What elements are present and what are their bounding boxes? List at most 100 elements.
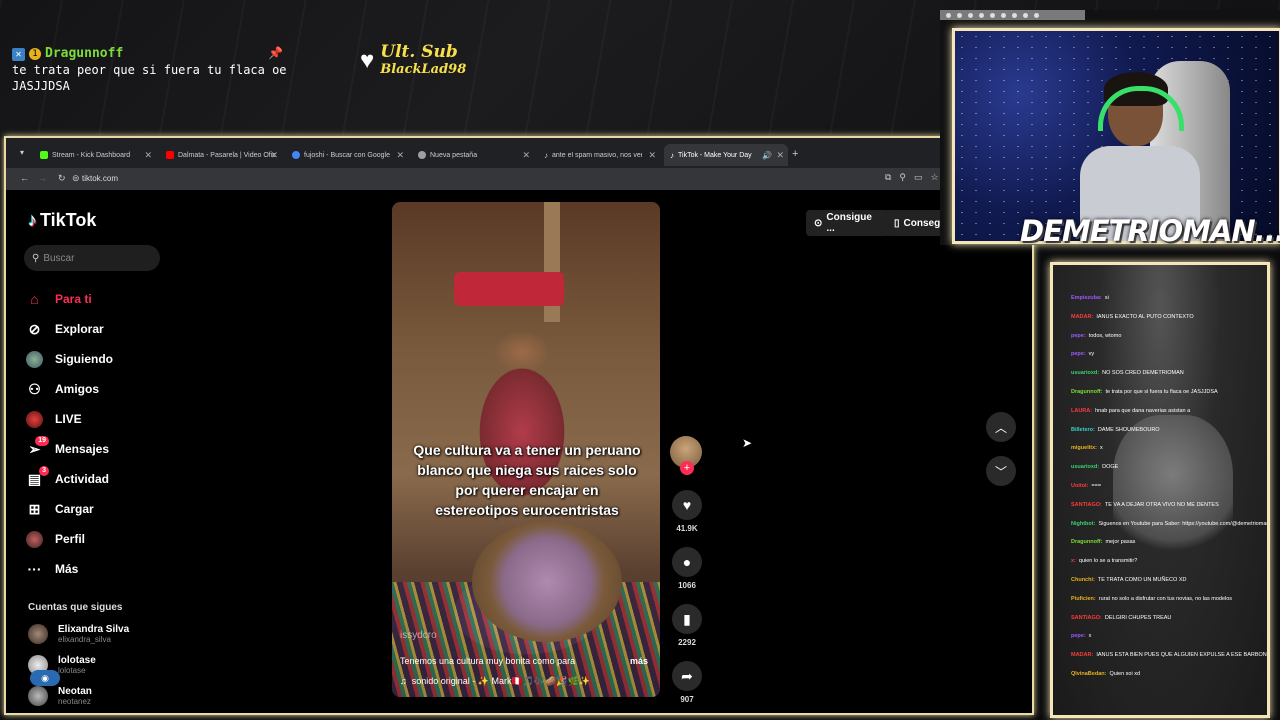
cast-icon[interactable]: ▭ <box>914 172 923 183</box>
tab-kick[interactable]: Stream - Kick Dashboard ✕ <box>34 144 156 166</box>
chat-username[interactable]: Billetero: <box>1071 427 1095 433</box>
google-icon <box>292 151 300 159</box>
video-player[interactable]: Que cultura va a tener un peruano blanco… <box>392 202 660 697</box>
chat-username[interactable]: Dragunnoff: <box>1071 539 1102 545</box>
chat-message: MADAR: IANUS ESTA BIEN PUES QUE ALGUIEN E… <box>1071 652 1267 659</box>
next-video-button[interactable]: ﹀ <box>986 456 1016 486</box>
video-scene-hat <box>454 272 564 306</box>
chat-text: TE VA A DEJAR OTRA VIVO NO ME DENTES <box>1104 501 1219 508</box>
tab-search-icon[interactable]: ▾ <box>20 148 24 157</box>
sidebar-item-siguiendo[interactable]: Siguiendo <box>26 344 206 374</box>
tab-strip: ▾ Stream - Kick Dashboard ✕ Dalmata - Pa… <box>6 138 1032 168</box>
video-author[interactable]: issydcro <box>400 630 437 641</box>
site-info-icon[interactable]: ⊜ <box>72 173 80 184</box>
avatar <box>28 686 48 706</box>
verified-icon: ✕ <box>12 47 25 61</box>
chat-message: usuarioxd: NO SOS CREO DEMETRIOMAN <box>1071 370 1184 377</box>
chat-username[interactable]: pepe: <box>1071 633 1086 639</box>
heart-icon[interactable]: ♥ <box>672 490 702 520</box>
sidebar-item-amigos[interactable]: ⚇ Amigos <box>26 374 206 404</box>
chat-username[interactable]: SANTIAGO: <box>1071 615 1102 621</box>
save-action[interactable]: ▮ 2292 <box>670 604 704 647</box>
account-item[interactable]: Neotan neotanez <box>28 686 92 706</box>
chat-username[interactable]: MADAR: <box>1071 314 1093 320</box>
url-field[interactable]: tiktok.com <box>82 174 118 183</box>
overlay-message: te trata peor que si fuera tu flaca oe J… <box>12 63 287 93</box>
chat-username[interactable]: Uoitoi: <box>1071 483 1088 489</box>
chat-username[interactable]: Chunchi: <box>1071 577 1095 583</box>
sidebar-item-perfil[interactable]: Perfil <box>26 524 206 554</box>
bookmark-star-icon[interactable]: ☆ <box>930 172 938 183</box>
tab-google[interactable]: fujoshi - Buscar con Google ✕ <box>286 144 408 166</box>
chat-username[interactable]: pepe: <box>1071 333 1086 339</box>
chat-username[interactable]: Dragunnoff: <box>1071 389 1102 395</box>
chat-text: TE TRATA COMO UN MUÑECO XD <box>1097 577 1187 583</box>
comment-action[interactable]: ● 1066 <box>670 547 704 590</box>
more-link[interactable]: más <box>630 656 648 666</box>
chat-text: si <box>1104 295 1109 301</box>
new-tab-button[interactable]: + <box>792 148 798 160</box>
bookmark-icon[interactable]: ▮ <box>672 604 702 634</box>
chat-username[interactable]: SANTIAGO: <box>1071 502 1102 508</box>
previous-video-button[interactable]: ︿ <box>986 412 1016 442</box>
tab-new[interactable]: Nueva pestaña ✕ <box>412 144 534 166</box>
sidebar-item-actividad[interactable]: ▤ 3 Actividad <box>26 464 206 494</box>
tiktok-logo[interactable]: ♪ TikTok <box>28 210 96 231</box>
follow-plus-icon[interactable]: + <box>680 461 694 475</box>
close-icon[interactable]: ✕ <box>144 150 152 161</box>
chat-username[interactable]: Empiezuba: <box>1071 295 1102 301</box>
profile-icon <box>26 530 43 548</box>
close-icon[interactable]: ✕ <box>522 150 530 161</box>
comment-icon[interactable]: ● <box>672 547 702 577</box>
chat-text: quien lo se a transmitir? <box>1078 558 1138 565</box>
share-icon[interactable]: ➦ <box>672 661 702 691</box>
tier-badge: 1 <box>29 48 41 60</box>
close-icon[interactable]: ✕ <box>648 150 656 161</box>
account-item[interactable]: Elixandra Silva elixandra_silva <box>28 624 129 644</box>
close-icon[interactable]: ✕ <box>270 150 278 161</box>
sidebar-item-label: Amigos <box>55 382 100 396</box>
search-input[interactable]: ⚲ Buscar <box>24 245 160 271</box>
overlay-username: Dragunnoff <box>45 46 124 61</box>
floating-widget-icon[interactable]: ◉ <box>30 670 60 686</box>
chat-text: vy <box>1088 351 1095 358</box>
sound-link[interactable]: ♫ sonido original - ✨ Mark🇵🇪🎵🎶🥔🎉🌿✨ <box>400 676 590 687</box>
share-action[interactable]: ➦ 907 <box>670 661 704 704</box>
creator-avatar[interactable]: + <box>670 436 702 475</box>
chat-username[interactable]: pepe: <box>1071 351 1086 357</box>
chat-username[interactable]: usuarioxd: <box>1071 370 1099 376</box>
sidebar-item-explorar[interactable]: ⊘ Explorar <box>26 314 206 344</box>
sidebar-item-live[interactable]: LIVE <box>26 404 206 434</box>
sidebar-item-para-ti[interactable]: ⌂ Para ti <box>26 284 206 314</box>
webcam-feed <box>952 28 1280 244</box>
chat-username[interactable]: x: <box>1071 558 1076 564</box>
chat-username[interactable]: LAURA: <box>1071 408 1092 414</box>
reload-icon[interactable]: ↻ <box>58 173 66 184</box>
forward-icon[interactable]: → <box>38 173 47 183</box>
close-icon[interactable]: ✕ <box>396 150 404 161</box>
chat-text: DAME SHOUMEBOURO <box>1097 426 1160 433</box>
chat-username[interactable]: miguelitx: <box>1071 445 1097 451</box>
sidebar-item-mensajes[interactable]: ➢ 19 Mensajes <box>26 434 206 464</box>
tab-tiktok-active[interactable]: ♪ TikTok - Make Your Day 🔊 ✕ <box>664 144 788 166</box>
zoom-icon[interactable]: ⚲ <box>899 172 906 183</box>
back-icon[interactable]: ← <box>20 173 29 183</box>
chat-username[interactable]: usuarioxd: <box>1071 464 1099 470</box>
translate-icon[interactable]: ⧉ <box>885 172 891 183</box>
overlay-chat-message: ✕ 1 Dragunnoff te trata peor que si fuer… <box>12 46 312 94</box>
get-coins-button[interactable]: ⊙ Consigue ... <box>806 210 890 236</box>
chat-username[interactable]: MADAR: <box>1071 652 1093 658</box>
tab-youtube[interactable]: Dalmata - Pasarela | Video Ofic ✕ <box>160 144 282 166</box>
sidebar-item-mas[interactable]: ··· Más <box>26 554 206 584</box>
speaker-icon[interactable]: 🔊 <box>762 151 772 160</box>
chat-username[interactable]: QlvinaBedan: <box>1071 671 1106 677</box>
close-icon[interactable]: ✕ <box>776 150 784 161</box>
sidebar-item-cargar[interactable]: ⊞ Cargar <box>26 494 206 524</box>
chat-username[interactable]: Piuficien: <box>1071 596 1096 602</box>
tab-tiktok-2[interactable]: ♪ ante el spam masivo, nos vemo ✕ <box>538 144 660 166</box>
chat-message: Piuficien: rurat no solo a disfrutar con … <box>1071 596 1232 603</box>
account-name: Neotan <box>58 686 92 697</box>
ult-sub-label: Ult. Sub <box>380 42 458 62</box>
like-action[interactable]: ♥ 41.9K <box>670 490 704 533</box>
chat-username[interactable]: Nightbot: <box>1071 521 1095 527</box>
